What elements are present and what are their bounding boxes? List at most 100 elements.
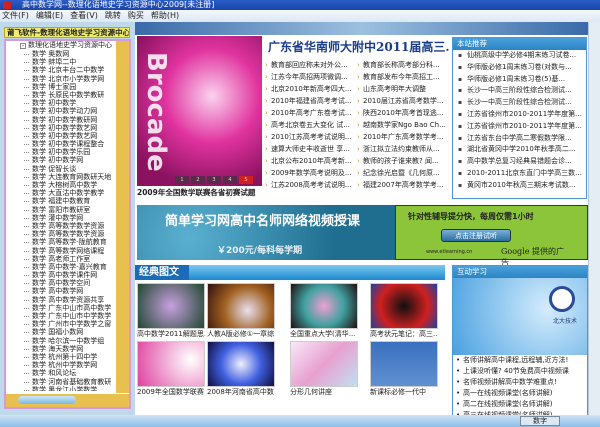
gallery-thumbnail[interactable] [137,283,205,329]
gallery-item[interactable]: 分形几何讲座 [290,341,358,397]
slide-page-4[interactable]: 4 [223,176,237,184]
news-link[interactable]: 2010江苏高考考试说明... [265,132,353,143]
tree-root[interactable]: - 数理化语地史学习资源中心 [6,41,118,50]
tree-item[interactable]: 数学 和风论坛 [6,369,118,377]
menu-file[interactable]: 文件(F) [2,10,29,22]
gallery-caption[interactable]: 人教A版必修①一章综... [207,329,275,339]
gallery-item[interactable]: 全国重点大学(清华... [290,283,358,339]
slide-page-2[interactable]: 2 [191,176,205,184]
gallery-thumbnail[interactable] [290,283,358,329]
menu-goto[interactable]: 跳转 [105,10,121,22]
recommend-link[interactable]: 长沙一中高三阶段性综合检测试... [453,85,586,97]
recommend-link[interactable]: 长沙一中高三阶段性综合检测试... [453,97,586,109]
news-link[interactable]: 2010届江苏省高考数学... [357,96,445,107]
tree-item[interactable]: 数学 富阳市教研室 [6,206,118,214]
tree-item[interactable]: 数学 奥数网 [6,50,118,58]
news-link[interactable]: 高考北京卷五大变化 试... [265,120,353,131]
tree-item[interactable]: 数学 福建中数教育 [6,197,118,205]
recommend-link[interactable]: 仙桃高级中学必修4期末练习试卷... [453,50,586,62]
gallery-item[interactable]: 人教A版必修①一章综... [207,283,275,339]
news-link[interactable]: 教育部发布今年高招工... [357,72,445,83]
menu-help[interactable]: 帮助(H) [151,10,179,22]
tree-item[interactable]: 数学 高中数学-嘉兴教育 [6,263,118,271]
gallery-caption[interactable]: 分形几何讲座 [290,387,358,397]
interactive-link[interactable]: 高一在线视频课堂(名师讲解) [453,388,587,399]
tree-item[interactable]: 数学 博士家园 [6,83,118,91]
news-link[interactable]: 福建2007年高考数学考... [357,180,445,191]
news-link[interactable]: 陕西2010年高考首现逃... [357,108,445,119]
gallery-item[interactable]: 新课标必修一代中 [370,341,438,397]
tree-vertical-scrollbar[interactable] [116,41,129,393]
slide-page-1[interactable]: 1 [175,176,189,184]
news-link[interactable]: 教育部回应称未对外公... [265,60,353,71]
menu-view[interactable]: 查看(V) [70,10,98,22]
news-link[interactable]: 教师的孩子谁来教? 闻... [357,156,445,167]
collapse-icon[interactable]: - [20,43,26,49]
gallery-caption[interactable]: 高考状元笔记：高三... [370,329,438,339]
menu-edit[interactable]: 编辑(E) [36,10,63,22]
register-trial-button[interactable]: 点击注册试听 [441,229,511,242]
tree-item[interactable]: 数学 高等数学-陇航教育 [6,238,118,246]
tree-item[interactable]: 数学 黑龙江小学数学 [6,386,118,391]
recommend-link[interactable]: 江苏省徐州市2010-2011学年度第... [453,121,586,133]
gallery-item[interactable]: 2008年河南省高中数 [207,341,275,397]
slide-page-5[interactable]: 5 [239,176,253,184]
news-link[interactable]: 2010年高考广东卷考试... [265,108,353,119]
tree-item[interactable]: 数学 高等数学数学资源 [6,222,118,230]
tree-item[interactable]: 数学 国福小数网 [6,328,118,336]
ad-url[interactable]: www.etlearning.cn [426,249,472,255]
tree-item[interactable]: 数学 杭州第十四中学 [6,353,118,361]
tree-horizontal-scrollbar[interactable] [6,394,129,407]
recommend-link[interactable]: 华师版必修1周末练习卷(5)基... [453,74,586,86]
gallery-item[interactable]: 2009年全国数学联赛 [137,341,205,397]
gallery-thumbnail[interactable] [370,341,438,387]
tree-item[interactable]: 数学 广东中山市高中数学 [6,304,118,312]
tree-item[interactable]: 数学 初中数学数艺网 [6,124,118,132]
recommend-link[interactable]: 江苏省东台中学高二寒假数学限... [453,133,586,145]
news-link[interactable]: 越南数学家Ngo Bao Ch... [357,120,445,131]
news-link[interactable]: 2009年数学高考说明及... [265,168,353,179]
gallery-thumbnail[interactable] [207,283,275,329]
gallery-caption[interactable]: 2009年全国数学联赛 [137,387,205,397]
scroll-thumb[interactable] [18,396,76,404]
video-course-ad[interactable]: 简单学习网高中名师网络视频授课 ￥200元/每科每学期 [137,205,395,260]
recommend-link[interactable]: 黄冈市2010年秋高三期末考试数... [453,180,586,192]
news-link[interactable]: 纪念徐光启暨《几何原... [357,168,445,179]
tree-item[interactable]: 数学 促智长谈 [6,165,118,173]
tree-item[interactable]: 数学 灌中数学网 [6,214,118,222]
tree-item[interactable]: 数学 长原民中数学教研 [6,91,118,99]
news-link[interactable]: 速算大师史丰收逝世 享... [265,144,353,155]
interactive-banner[interactable]: 北大技术 [453,278,587,355]
recommend-link[interactable]: 湖北省黄冈中学2010年秋季高二... [453,144,586,156]
news-link[interactable]: 教育部长称高考部分科... [357,60,445,71]
news-link[interactable]: 江苏2008高考考试说明... [265,180,353,191]
news-link[interactable]: 山东高考明年大调整 [357,84,445,95]
headline-link[interactable]: 广东省华南师大附中2011届高三. [268,38,450,55]
news-link[interactable]: 北京2010年新高考四大... [265,84,353,95]
tree-item[interactable]: 数学 海天数学网 [6,345,118,353]
news-link[interactable]: 江苏今年高招两项微调... [265,72,353,83]
tree-item[interactable]: 数学 北京市小学数学网 [6,75,118,83]
interactive-link[interactable]: 高二在线视频课堂(名师讲解) [453,399,587,410]
tree-item[interactable]: 数学 大榕树高中数学 [6,181,118,189]
recommend-link[interactable]: 高中数学总复习经典易错题会诊... [453,156,586,168]
tree-item[interactable]: 数学 初中数学数艺网 [6,132,118,140]
news-link[interactable]: 2010年广东高考数学考... [357,132,445,143]
gallery-caption[interactable]: 全国重点大学(清华... [290,329,358,339]
tree-item[interactable]: 数学 大连教育网数研天地 [6,173,118,181]
page-vertical-scrollbar[interactable] [588,22,600,415]
tree-item[interactable]: 数学 高等数学网络课程 [6,247,118,255]
tree-item[interactable]: 数学 初中数学动力网 [6,107,118,115]
gallery-item[interactable]: 高中数学2011解题思... [137,283,205,339]
tree-item[interactable]: 数学 高中数学资源共享 [6,296,118,304]
gallery-thumbnail[interactable] [290,341,358,387]
gallery-thumbnail[interactable] [137,341,205,387]
slideshow-caption[interactable]: 2009年全国数学联赛各省初赛试题 [137,187,262,198]
news-link[interactable]: 2010年福建省高考考试... [265,96,353,107]
tree-item[interactable]: 数学 北京丰台二中数学 [6,66,118,74]
recommend-link[interactable]: 2010-2011北京东直门中学高三数... [453,168,586,180]
gallery-thumbnail[interactable] [207,341,275,387]
menu-buy[interactable]: 购买 [128,10,144,22]
tree-item[interactable]: 数学 初中数学网 [6,156,118,164]
interactive-link[interactable]: 名师讲解高中课程,远程辅,近方法! [453,355,587,366]
